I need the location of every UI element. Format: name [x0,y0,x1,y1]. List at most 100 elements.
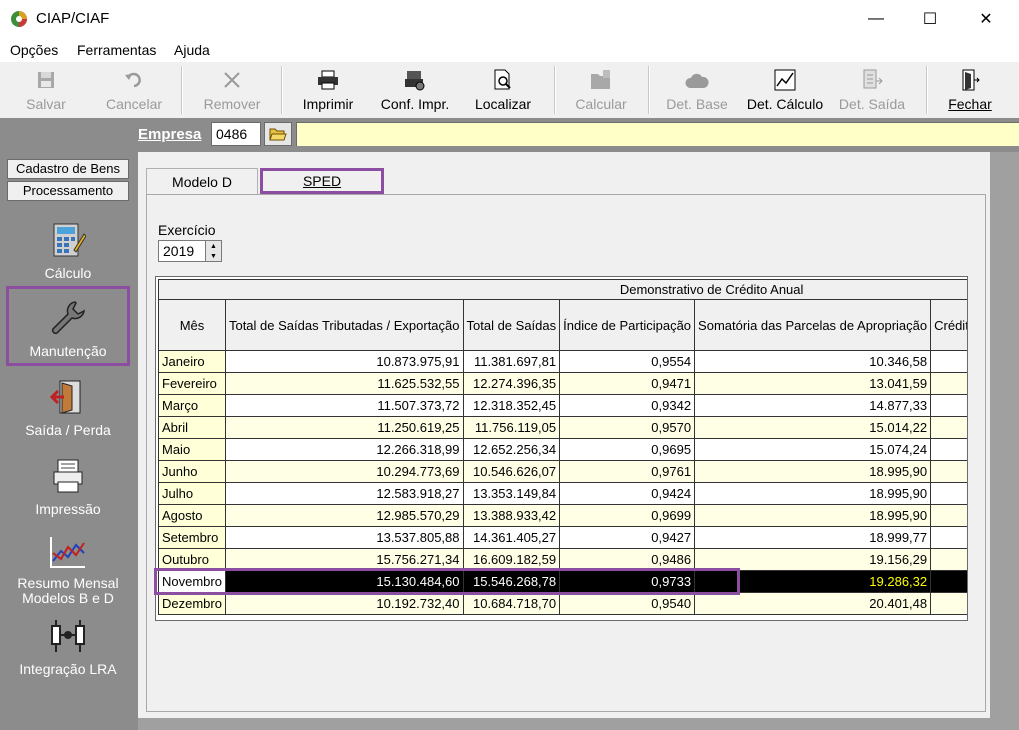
col-indice-participacao-header[interactable]: Índice de Participação [559,299,696,351]
cell-total-saidas[interactable]: 11.381.697,81 [462,350,561,373]
cell-total-saidas[interactable]: 10.684.718,70 [462,592,561,615]
cell-mes[interactable]: Julho [158,482,226,505]
cell-total-saidas-tributadas[interactable]: 12.985.570,29 [224,504,464,527]
fechar-button[interactable]: Fechar [938,62,1002,118]
cell-somatoria-parcelas[interactable]: 15.074,24 [694,438,932,461]
cell-indice-participacao[interactable]: 0,9554 [559,350,696,373]
cell-indice-participacao[interactable]: 0,9695 [559,438,696,461]
cancelar-button[interactable]: Cancelar [98,62,170,118]
menu-opcoes[interactable]: Opções [10,42,58,58]
cell-credito-apropriado[interactable]: 12.351,54 [930,372,967,395]
det-saida-button[interactable]: Det. Saída [836,62,908,118]
cell-indice-participacao[interactable]: 0,9540 [559,592,696,615]
col-mes-header[interactable]: Mês [158,299,226,351]
menu-ferramentas[interactable]: Ferramentas [77,42,156,58]
cell-mes[interactable]: Junho [158,460,226,483]
cell-mes[interactable]: Abril [158,416,226,439]
cell-total-saidas-tributadas[interactable]: 10.192.732,40 [224,592,464,615]
table-row[interactable]: Julho 12.583.918,27 13.353.149,84 0,9424 18.… [158,482,967,505]
cell-indice-participacao[interactable]: 0,9427 [559,526,696,549]
cell-total-saidas-tributadas[interactable]: 10.294.773,69 [224,460,464,483]
cell-mes[interactable]: Fevereiro [158,372,226,395]
cell-total-saidas[interactable]: 12.318.352,45 [462,394,561,417]
cell-indice-participacao[interactable]: 0,9570 [559,416,696,439]
empresa-name-field[interactable] [296,122,1019,146]
cell-mes[interactable]: Maio [158,438,226,461]
cell-credito-apropriado[interactable]: 13.898,41 [930,394,967,417]
empresa-browse-button[interactable] [264,122,292,146]
cell-credito-apropriado[interactable]: 18.171,66 [930,548,967,571]
cell-credito-apropriado[interactable]: 17.901,43 [930,482,967,505]
cell-total-saidas-tributadas[interactable]: 11.250.619,25 [224,416,464,439]
minimize-icon[interactable]: — [853,0,899,38]
cell-credito-apropriado[interactable]: 9.885,04 [930,350,967,373]
cell-somatoria-parcelas[interactable]: 18.995,90 [694,460,932,483]
cell-somatoria-parcelas[interactable]: 10.346,58 [694,350,932,373]
maximize-icon[interactable]: ☐ [907,0,953,38]
cell-indice-participacao[interactable]: 0,9471 [559,372,696,395]
tab-sped[interactable]: SPED [260,168,384,194]
col-total-saidas-tributadas-header[interactable]: Total de Saídas Tributadas / Exportação [224,299,464,351]
cell-somatoria-parcelas[interactable]: 18.999,77 [694,526,932,549]
cell-somatoria-parcelas[interactable]: 15.014,22 [694,416,932,439]
table-row[interactable]: Agosto 12.985.570,29 13.388.933,42 0,9699 18… [158,504,967,527]
cell-total-saidas-tributadas[interactable]: 12.266.318,99 [224,438,464,461]
cell-credito-apropriado[interactable]: 14.368,97 [930,416,967,439]
cell-indice-participacao[interactable]: 0,9699 [559,504,696,527]
cell-mes[interactable]: Agosto [158,504,226,527]
table-row[interactable]: Junho 10.294.773,69 10.546.626,07 0,9761 18.… [158,460,967,483]
table-row[interactable]: Setembro 13.537.805,88 14.361.405,27 0,9427… [158,526,967,549]
tab-cadastro-de-bens[interactable]: Cadastro de Bens [7,159,129,179]
spin-down-icon[interactable]: ▼ [205,251,221,261]
localizar-button[interactable]: Localizar [466,62,540,118]
table-row[interactable]: Janeiro 10.873.975,91 11.381.697,81 0,9554 1… [158,350,967,373]
cell-somatoria-parcelas[interactable]: 14.877,33 [694,394,932,417]
cell-mes[interactable]: Março [158,394,226,417]
salvar-button[interactable]: Salvar [10,62,82,118]
col-credito-apropriado-header[interactable]: Crédito a ser Apropriado [930,299,967,351]
cell-mes[interactable]: Dezembro [158,592,226,615]
close-icon[interactable]: ✕ [963,0,1009,38]
conf-impr-button[interactable]: Conf. Impr. [374,62,456,118]
tab-processamento[interactable]: Processamento [7,181,129,201]
cell-mes[interactable]: Setembro [158,526,226,549]
cell-total-saidas[interactable]: 13.353.149,84 [462,482,561,505]
cell-mes[interactable]: Janeiro [158,350,226,373]
spin-up-icon[interactable]: ▲ [205,241,221,251]
cell-credito-apropriado[interactable]: 18.771,38 [930,570,967,593]
cell-total-saidas[interactable]: 14.361.405,27 [462,526,561,549]
table-row[interactable]: Fevereiro 11.625.532,55 12.274.396,35 0,947… [158,372,967,395]
table-row[interactable]: Março 11.507.373,72 12.318.352,45 0,9342 14.… [158,394,967,417]
sidebar-item-saida-perda[interactable]: Saída / Perda [8,371,128,449]
cell-credito-apropriado[interactable]: 18.541,90 [930,460,967,483]
cell-credito-apropriado[interactable]: 14.614,54 [930,438,967,461]
remover-button[interactable]: Remover [196,62,268,118]
cell-total-saidas[interactable]: 10.546.626,07 [462,460,561,483]
cell-total-saidas-tributadas[interactable]: 12.583.918,27 [224,482,464,505]
cell-total-saidas[interactable]: 12.652.256,34 [462,438,561,461]
table-row[interactable]: Maio 12.266.318,99 12.652.256,34 0,9695 15.0… [158,438,967,461]
col-total-saidas-header[interactable]: Total de Saídas [462,299,561,351]
cell-total-saidas-tributadas[interactable]: 11.625.532,55 [224,372,464,395]
cell-indice-participacao[interactable]: 0,9342 [559,394,696,417]
cell-somatoria-parcelas[interactable]: 20.401,48 [694,592,932,615]
cell-indice-participacao[interactable]: 0,9761 [559,460,696,483]
sidebar-item-impressao[interactable]: Impressão [8,450,128,528]
cell-total-saidas[interactable]: 13.388.933,42 [462,504,561,527]
det-base-button[interactable]: Det. Base [662,62,732,118]
exercicio-spinner[interactable]: 2019 ▲ ▼ [158,240,222,262]
table-row[interactable]: Dezembro 10.192.732,40 10.684.718,70 0,9540… [158,592,967,615]
cell-somatoria-parcelas[interactable]: 13.041,59 [694,372,932,395]
cell-credito-apropriado[interactable]: 18.423,90 [930,504,967,527]
cell-credito-apropriado[interactable]: 19.463,01 [930,592,967,615]
col-somatoria-parcelas-header[interactable]: Somatória das Parcelas de Apropriação [694,299,932,351]
menu-ajuda[interactable]: Ajuda [174,42,210,58]
tab-modelo-d[interactable]: Modelo D [146,168,258,194]
empresa-code-input[interactable]: 0486 [211,122,261,146]
cell-total-saidas[interactable]: 11.756.119,05 [462,416,561,439]
cell-credito-apropriado[interactable]: 17.911,46 [930,526,967,549]
cell-total-saidas-tributadas[interactable]: 13.537.805,88 [224,526,464,549]
det-calculo-button[interactable]: Det. Cálculo [742,62,828,118]
cell-indice-participacao[interactable]: 0,9424 [559,482,696,505]
sidebar-item-integracao-lra[interactable]: Integração LRA [8,610,128,688]
